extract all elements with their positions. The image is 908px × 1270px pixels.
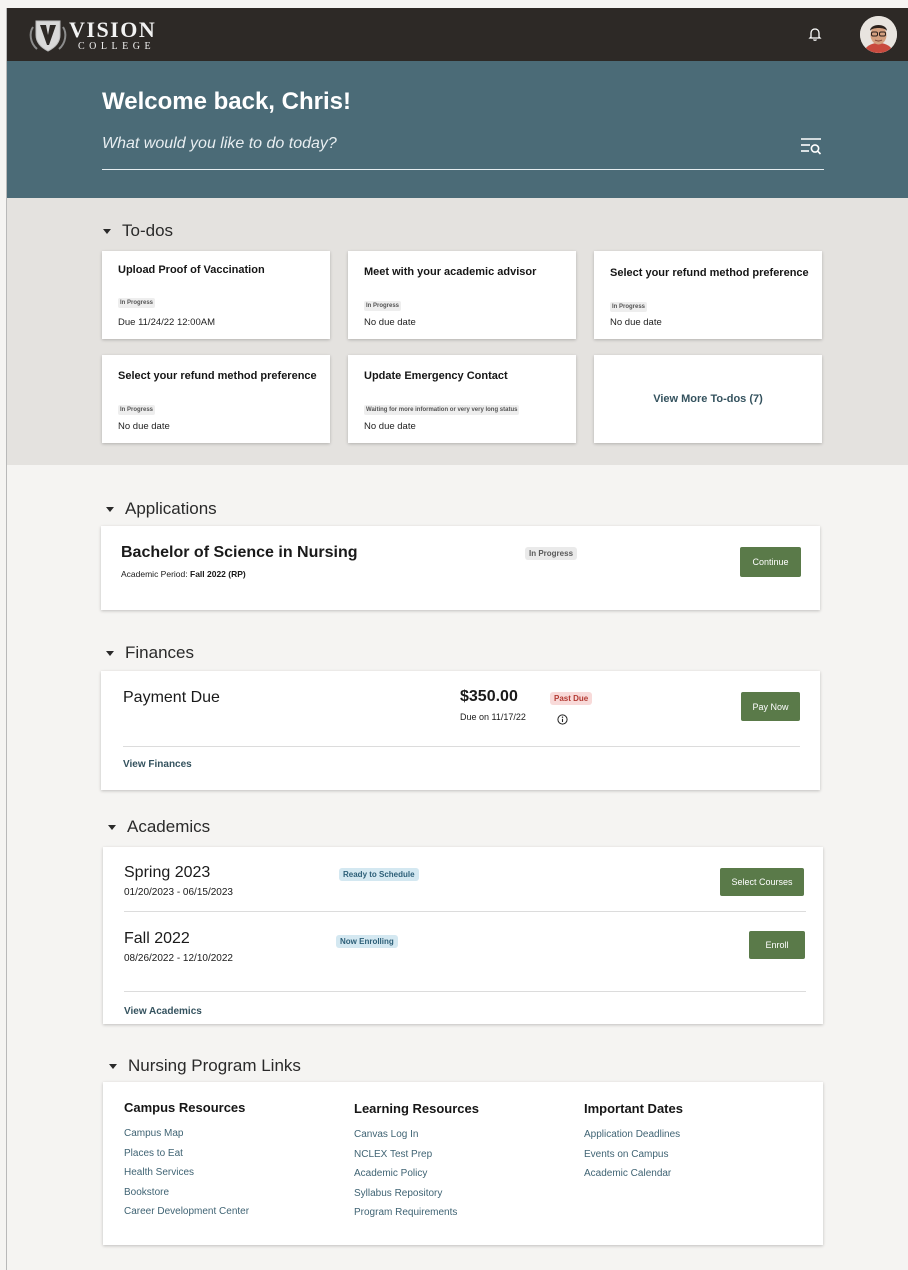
bell-icon[interactable]: [806, 25, 824, 43]
todo-status: Waiting for more information or very ver…: [364, 405, 520, 415]
todo-due: No due date: [364, 317, 416, 328]
todos-section: To-dos Upload Proof of Vaccination In Pr…: [7, 198, 908, 465]
todo-status: In Progress: [118, 405, 156, 415]
payment-amount: $350.00: [460, 688, 518, 705]
todo-card[interactable]: Update Emergency Contact Waiting for mor…: [348, 355, 576, 443]
canvas-login-link[interactable]: Canvas Log In: [354, 1125, 564, 1145]
search-bar: [102, 135, 824, 170]
term-name: Spring 2023: [124, 864, 211, 881]
info-icon[interactable]: [557, 712, 568, 725]
finances-title: Finances: [125, 643, 194, 662]
period-label: Academic Period:: [121, 569, 188, 579]
caret-down-icon: [106, 506, 114, 512]
todo-card[interactable]: Upload Proof of Vaccination In Progress …: [102, 251, 330, 339]
payment-due-date: Due on 11/17/22: [460, 712, 526, 722]
view-academics-link[interactable]: View Academics: [124, 1006, 202, 1017]
finances-header[interactable]: Finances: [106, 643, 194, 663]
syllabus-repository-link[interactable]: Syllabus Repository: [354, 1184, 564, 1204]
welcome-hero: Welcome back, Chris!: [7, 61, 908, 198]
search-input[interactable]: [102, 135, 782, 153]
academic-calendar-link[interactable]: Academic Calendar: [584, 1164, 794, 1184]
program-requirements-link[interactable]: Program Requirements: [354, 1203, 564, 1223]
todo-status: In Progress: [364, 301, 402, 311]
links-column: Important Dates Application Deadlines Ev…: [584, 1101, 794, 1184]
career-development-link[interactable]: Career Development Center: [124, 1202, 334, 1222]
caret-down-icon: [106, 650, 114, 656]
application-deadlines-link[interactable]: Application Deadlines: [584, 1125, 794, 1145]
links-column: Learning Resources Canvas Log In NCLEX T…: [354, 1101, 564, 1223]
academics-header[interactable]: Academics: [108, 817, 210, 837]
term-status-badge: Ready to Schedule: [339, 868, 419, 881]
todo-title: Meet with your academic advisor: [364, 266, 537, 278]
select-courses-button[interactable]: Select Courses: [720, 868, 804, 896]
user-avatar[interactable]: [860, 16, 897, 53]
todo-card[interactable]: Meet with your academic advisor In Progr…: [348, 251, 576, 339]
payment-due-label: Payment Due: [123, 689, 220, 706]
term-dates: 08/26/2022 - 12/10/2022: [124, 953, 233, 964]
links-column: Campus Resources Campus Map Places to Ea…: [124, 1100, 334, 1222]
caret-down-icon: [109, 1063, 117, 1069]
enroll-button[interactable]: Enroll: [749, 931, 805, 959]
divider: [124, 991, 806, 992]
continue-button[interactable]: Continue: [740, 547, 801, 577]
academic-policy-link[interactable]: Academic Policy: [354, 1164, 564, 1184]
divider: [124, 911, 806, 912]
health-services-link[interactable]: Health Services: [124, 1163, 334, 1183]
shield-icon: [27, 15, 69, 55]
todos-header[interactable]: To-dos: [103, 221, 173, 241]
caret-down-icon: [103, 228, 111, 234]
bookstore-link[interactable]: Bookstore: [124, 1183, 334, 1203]
places-to-eat-link[interactable]: Places to Eat: [124, 1144, 334, 1164]
term-dates: 01/20/2023 - 06/15/2023: [124, 887, 233, 898]
academics-title: Academics: [127, 817, 211, 836]
term-name: Fall 2022: [124, 930, 190, 947]
page-frame: VISION COLLEGE Welcome back, Chris! What…: [6, 8, 908, 1270]
application-status-badge: In Progress: [525, 547, 578, 560]
logo-sub-text: COLLEGE: [78, 40, 156, 52]
todo-status: In Progress: [118, 298, 156, 308]
caret-down-icon: [108, 824, 116, 830]
todo-card[interactable]: Select your refund method preference In …: [594, 251, 822, 339]
program-links-title: Nursing Program Links: [128, 1056, 301, 1075]
welcome-heading: Welcome back, Chris!: [102, 88, 351, 115]
todo-due: No due date: [610, 317, 662, 328]
events-on-campus-link[interactable]: Events on Campus: [584, 1145, 794, 1165]
view-finances-link[interactable]: View Finances: [123, 759, 192, 770]
top-bar: VISION COLLEGE: [7, 8, 908, 61]
term-status-badge: Now Enrolling: [336, 935, 398, 948]
pay-now-button[interactable]: Pay Now: [741, 692, 800, 721]
todo-title: Select your refund method preference: [610, 267, 809, 279]
academics-card: Spring 2023 01/20/2023 - 06/15/2023 Read…: [103, 847, 823, 1024]
academic-period: Academic Period: Fall 2022 (RP): [121, 569, 246, 579]
program-links-card: Campus Resources Campus Map Places to Ea…: [103, 1082, 823, 1245]
campus-map-link[interactable]: Campus Map: [124, 1124, 334, 1144]
period-value: Fall 2022 (RP): [190, 569, 246, 579]
program-links-header[interactable]: Nursing Program Links: [109, 1056, 301, 1076]
todo-title: Upload Proof of Vaccination: [118, 264, 265, 276]
logo-main-text: VISION: [69, 16, 157, 42]
todo-status: In Progress: [610, 302, 648, 312]
program-name: Bachelor of Science in Nursing: [121, 544, 358, 561]
todo-due: No due date: [364, 421, 416, 432]
links-column-heading: Learning Resources: [354, 1101, 479, 1116]
todo-title: Update Emergency Contact: [364, 370, 508, 382]
search-list-icon[interactable]: [800, 135, 822, 157]
view-more-todos-link[interactable]: View More To-dos (7): [594, 355, 822, 443]
divider: [123, 746, 800, 747]
college-logo[interactable]: VISION COLLEGE: [27, 15, 156, 55]
todo-due: No due date: [118, 421, 170, 432]
past-due-badge: Past Due: [550, 692, 593, 705]
links-column-heading: Campus Resources: [124, 1100, 246, 1115]
links-column-heading: Important Dates: [584, 1101, 683, 1116]
finances-card: Payment Due $350.00 Due on 11/17/22 Past…: [101, 671, 820, 790]
todo-card[interactable]: Select your refund method preference In …: [102, 355, 330, 443]
application-card: Bachelor of Science in Nursing Academic …: [101, 526, 820, 610]
todo-title: Select your refund method preference: [118, 370, 317, 382]
todos-title: To-dos: [122, 221, 174, 240]
applications-title: Applications: [125, 499, 217, 518]
applications-header[interactable]: Applications: [106, 499, 217, 519]
todo-due: Due 11/24/22 12:00AM: [118, 317, 216, 328]
nclex-test-prep-link[interactable]: NCLEX Test Prep: [354, 1145, 564, 1165]
